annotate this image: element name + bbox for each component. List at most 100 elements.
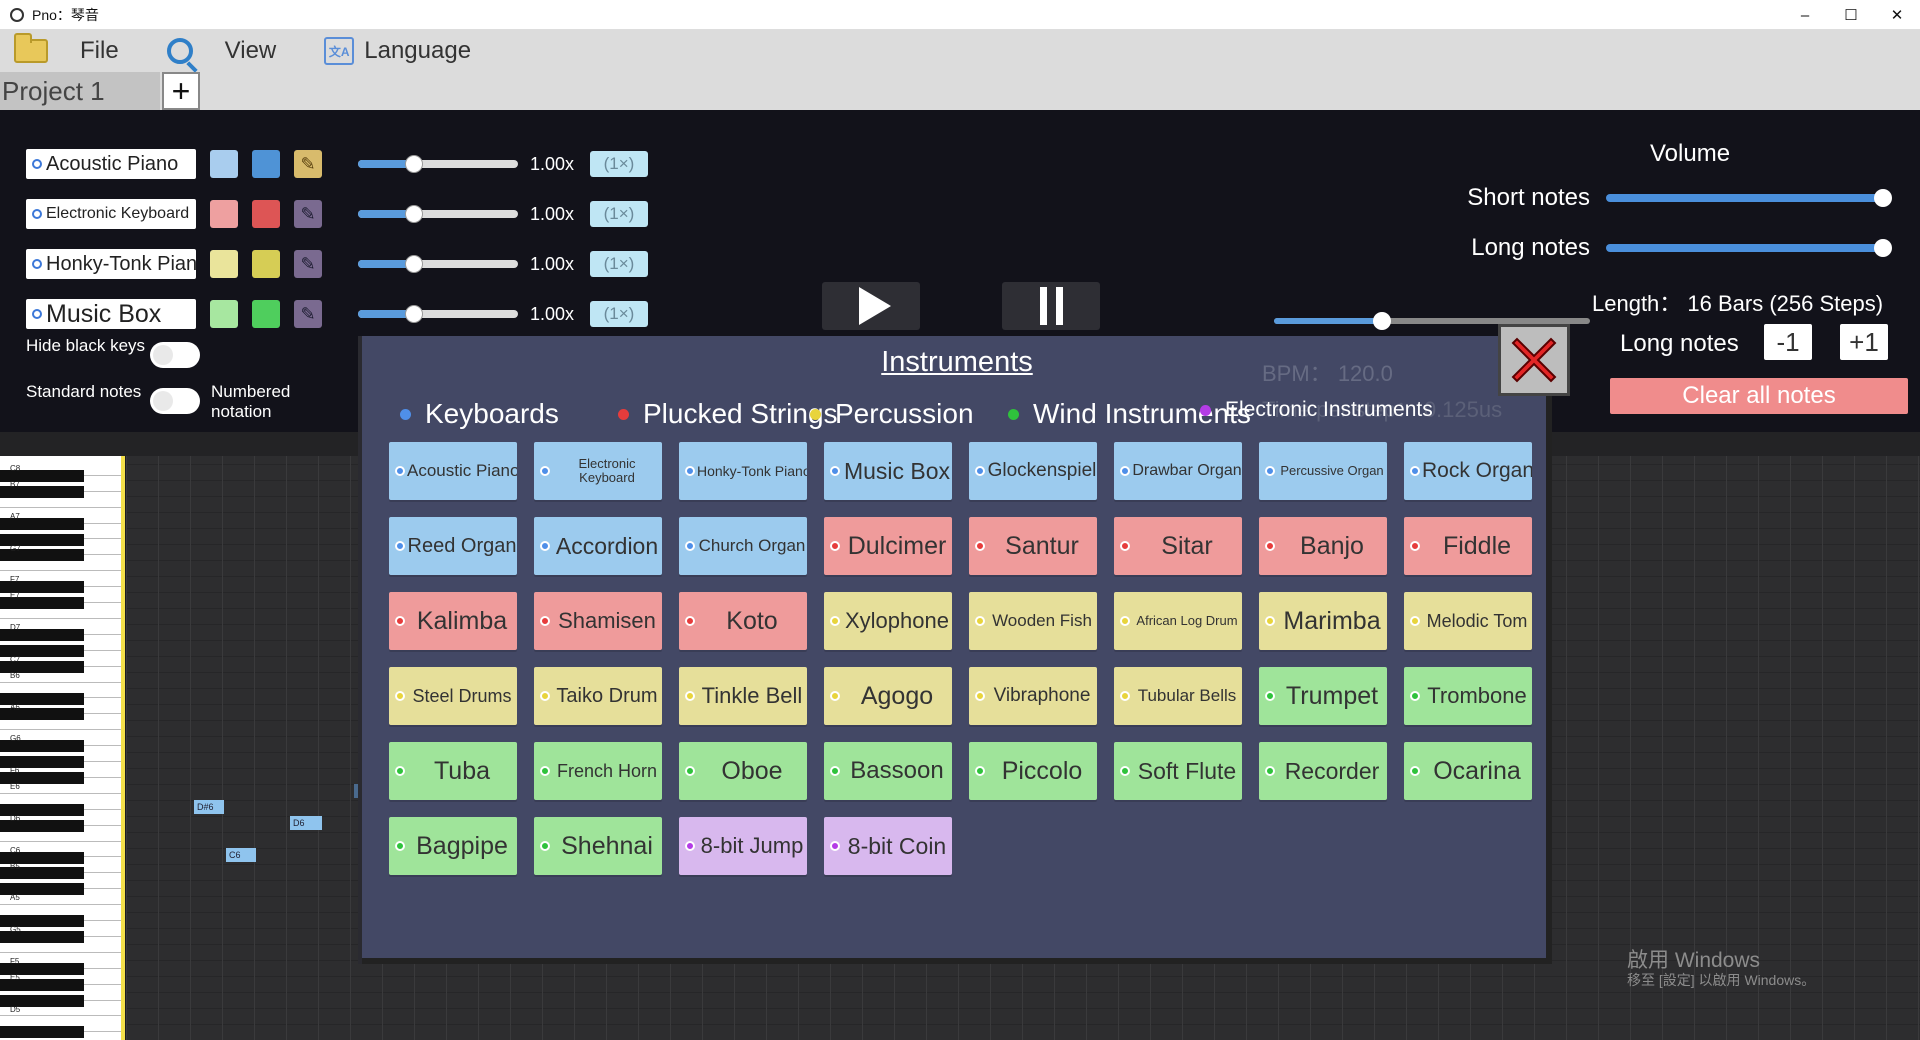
hide-black-keys-toggle[interactable] <box>150 342 200 368</box>
close-window-icon[interactable]: ✕ <box>1874 0 1920 30</box>
instrument-button[interactable]: Accordion <box>534 517 662 575</box>
track-rate-reset-button[interactable]: (1×) <box>590 201 648 227</box>
long-notes-minus-button[interactable]: -1 <box>1764 324 1812 360</box>
track-instrument-selector[interactable]: Honky-Tonk Piano <box>26 249 196 279</box>
minimize-icon[interactable]: – <box>1782 0 1828 30</box>
instrument-button[interactable]: Santur <box>969 517 1097 575</box>
track-rate-slider[interactable] <box>358 205 518 223</box>
instrument-button[interactable]: Honky-Tonk Piano <box>679 442 807 500</box>
instrument-button[interactable]: Acoustic Piano <box>389 442 517 500</box>
instrument-button[interactable]: Music Box <box>824 442 952 500</box>
instrument-button[interactable]: Agogo <box>824 667 952 725</box>
track-rate-reset-button[interactable]: (1×) <box>590 301 648 327</box>
instrument-button[interactable]: Wooden Fish <box>969 592 1097 650</box>
instrument-button[interactable]: Percussive Organ <box>1259 442 1387 500</box>
instrument-button[interactable]: African Log Drum <box>1114 592 1242 650</box>
track-instrument-selector[interactable]: Music Box <box>26 299 196 329</box>
instrument-button[interactable]: French Horn <box>534 742 662 800</box>
instrument-button[interactable]: Vibraphone <box>969 667 1097 725</box>
short-notes-volume-slider[interactable] <box>1606 189 1892 207</box>
play-button[interactable] <box>822 282 920 330</box>
instrument-button[interactable]: Oboe <box>679 742 807 800</box>
instrument-button[interactable]: Bassoon <box>824 742 952 800</box>
instrument-button[interactable]: Trombone <box>1404 667 1532 725</box>
note-block[interactable]: D6 <box>290 816 322 830</box>
instrument-button[interactable]: Dulcimer <box>824 517 952 575</box>
track-rate-slider[interactable] <box>358 305 518 323</box>
pencil-icon[interactable]: ✎ <box>294 300 322 328</box>
add-project-button[interactable]: + <box>162 72 200 110</box>
short-notes-volume-knob[interactable] <box>1874 189 1892 207</box>
instrument-category-dot-icon <box>1265 541 1275 551</box>
instrument-button[interactable]: Tinkle Bell <box>679 667 807 725</box>
pencil-icon[interactable]: ✎ <box>294 150 322 178</box>
instrument-button[interactable]: Taiko Drum <box>534 667 662 725</box>
maximize-icon[interactable]: ☐ <box>1828 0 1874 30</box>
track-dark-color-swatch[interactable] <box>252 250 280 278</box>
clear-all-notes-button[interactable]: Clear all notes <box>1610 378 1908 414</box>
instrument-button[interactable]: Soft Flute <box>1114 742 1242 800</box>
instrument-button[interactable]: Church Organ <box>679 517 807 575</box>
menu-view[interactable]: View <box>153 30 276 72</box>
long-notes-plus-button[interactable]: +1 <box>1840 324 1888 360</box>
close-dialog-button[interactable] <box>1498 324 1570 396</box>
track-light-color-swatch[interactable] <box>210 200 238 228</box>
track-rate-slider[interactable] <box>358 155 518 173</box>
track-light-color-swatch[interactable] <box>210 150 238 178</box>
track-dark-color-swatch[interactable] <box>252 150 280 178</box>
track-rate-knob[interactable] <box>405 305 423 323</box>
instrument-button[interactable]: Shehnai <box>534 817 662 875</box>
instrument-button[interactable]: Piccolo <box>969 742 1097 800</box>
instrument-button[interactable]: Shamisen <box>534 592 662 650</box>
instrument-button[interactable]: Banjo <box>1259 517 1387 575</box>
instrument-button[interactable]: Tubular Bells <box>1114 667 1242 725</box>
track-light-color-swatch[interactable] <box>210 250 238 278</box>
note-block[interactable]: D#6 <box>194 800 224 814</box>
instrument-button[interactable]: Steel Drums <box>389 667 517 725</box>
instrument-button[interactable]: Rock Organ <box>1404 442 1532 500</box>
bpm-slider-knob[interactable] <box>1373 312 1391 330</box>
track-dark-color-swatch[interactable] <box>252 300 280 328</box>
pencil-icon[interactable]: ✎ <box>294 250 322 278</box>
track-instrument-selector[interactable]: Acoustic Piano <box>26 149 196 179</box>
instrument-button[interactable]: Sitar <box>1114 517 1242 575</box>
long-notes-volume-knob[interactable] <box>1874 239 1892 257</box>
instrument-button[interactable]: Electronic Keyboard <box>534 442 662 500</box>
instrument-button[interactable]: Xylophone <box>824 592 952 650</box>
instrument-button[interactable]: Glockenspiel <box>969 442 1097 500</box>
track-rate-knob[interactable] <box>405 255 423 273</box>
instrument-button[interactable]: Drawbar Organ <box>1114 442 1242 500</box>
instrument-button[interactable]: Ocarina <box>1404 742 1532 800</box>
instrument-button[interactable]: Koto <box>679 592 807 650</box>
track-rate-knob[interactable] <box>405 205 423 223</box>
track-rate-reset-button[interactable]: (1×) <box>590 251 648 277</box>
tab-project-1[interactable]: Project 1 <box>0 72 160 110</box>
note-block[interactable]: C6 <box>226 848 256 862</box>
track-rate-reset-button[interactable]: (1×) <box>590 151 648 177</box>
piano-keyboard[interactable]: C8 B7 A7 G7 F7 E7 D7 C7 B6 A6 G6 F6 E6 D6 C6 B5 A5 G5 F5 E5… <box>0 432 122 1040</box>
instrument-button[interactable]: Bagpipe <box>389 817 517 875</box>
black-key[interactable] <box>0 1026 84 1039</box>
pause-button[interactable] <box>1002 282 1100 330</box>
pencil-icon[interactable]: ✎ <box>294 200 322 228</box>
instrument-button[interactable]: Fiddle <box>1404 517 1532 575</box>
track-dark-color-swatch[interactable] <box>252 200 280 228</box>
track-rate-slider[interactable] <box>358 255 518 273</box>
instrument-button[interactable]: Tuba <box>389 742 517 800</box>
track-instrument-selector[interactable]: Electronic Keyboard <box>26 199 196 229</box>
instrument-button[interactable]: Kalimba <box>389 592 517 650</box>
menu-file[interactable]: File <box>0 30 119 72</box>
instrument-button[interactable]: Melodic Tom <box>1404 592 1532 650</box>
instrument-button[interactable]: Reed Organ <box>389 517 517 575</box>
menu-language[interactable]: 文A Language <box>310 30 471 72</box>
instrument-button[interactable]: 8-bit Coin <box>824 817 952 875</box>
track-rate-knob[interactable] <box>405 155 423 173</box>
notation-toggle[interactable] <box>150 388 200 414</box>
long-notes-volume-slider[interactable] <box>1606 239 1892 257</box>
instrument-button[interactable]: Trumpet <box>1259 667 1387 725</box>
instrument-button[interactable]: Recorder <box>1259 742 1387 800</box>
instrument-button[interactable]: Marimba <box>1259 592 1387 650</box>
instrument-button[interactable]: 8-bit Jump <box>679 817 807 875</box>
playhead[interactable] <box>121 456 125 1040</box>
track-light-color-swatch[interactable] <box>210 300 238 328</box>
